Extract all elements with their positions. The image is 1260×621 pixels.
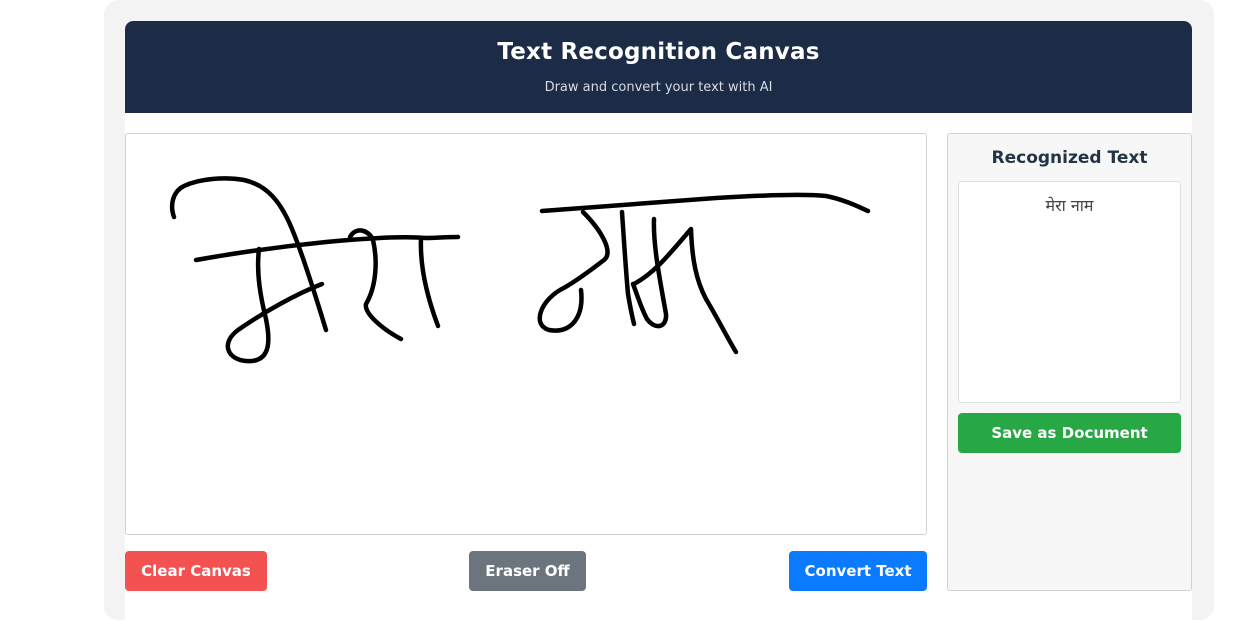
stroke-10 [631, 226, 739, 355]
app-card: Text Recognition Canvas Draw and convert… [125, 21, 1192, 621]
convert-text-button[interactable]: Convert Text [789, 551, 927, 591]
stroke-4 [347, 228, 404, 342]
clear-canvas-button[interactable]: Clear Canvas [125, 551, 267, 591]
recognized-text-value: मेरा नाम [1045, 196, 1094, 215]
stroke-7 [537, 209, 610, 333]
app-header: Text Recognition Canvas Draw and convert… [125, 21, 1192, 113]
drawing-canvas[interactable] [125, 133, 927, 535]
page-subtitle: Draw and convert your text with AI [544, 80, 773, 95]
recognized-text-output[interactable]: मेरा नाम [958, 181, 1181, 403]
save-document-button[interactable]: Save as Document [958, 413, 1181, 453]
page-title: Text Recognition Canvas [497, 39, 820, 65]
handwriting-strokes [169, 176, 871, 364]
recognized-text-title: Recognized Text [991, 148, 1148, 168]
eraser-toggle-button[interactable]: Eraser Off [469, 551, 586, 591]
stroke-6 [539, 192, 871, 214]
stroke-5 [418, 236, 441, 329]
stroke-1 [169, 176, 329, 333]
recognized-text-panel: Recognized Text मेरा नाम Save as Documen… [947, 133, 1192, 591]
stroke-8 [619, 209, 637, 327]
